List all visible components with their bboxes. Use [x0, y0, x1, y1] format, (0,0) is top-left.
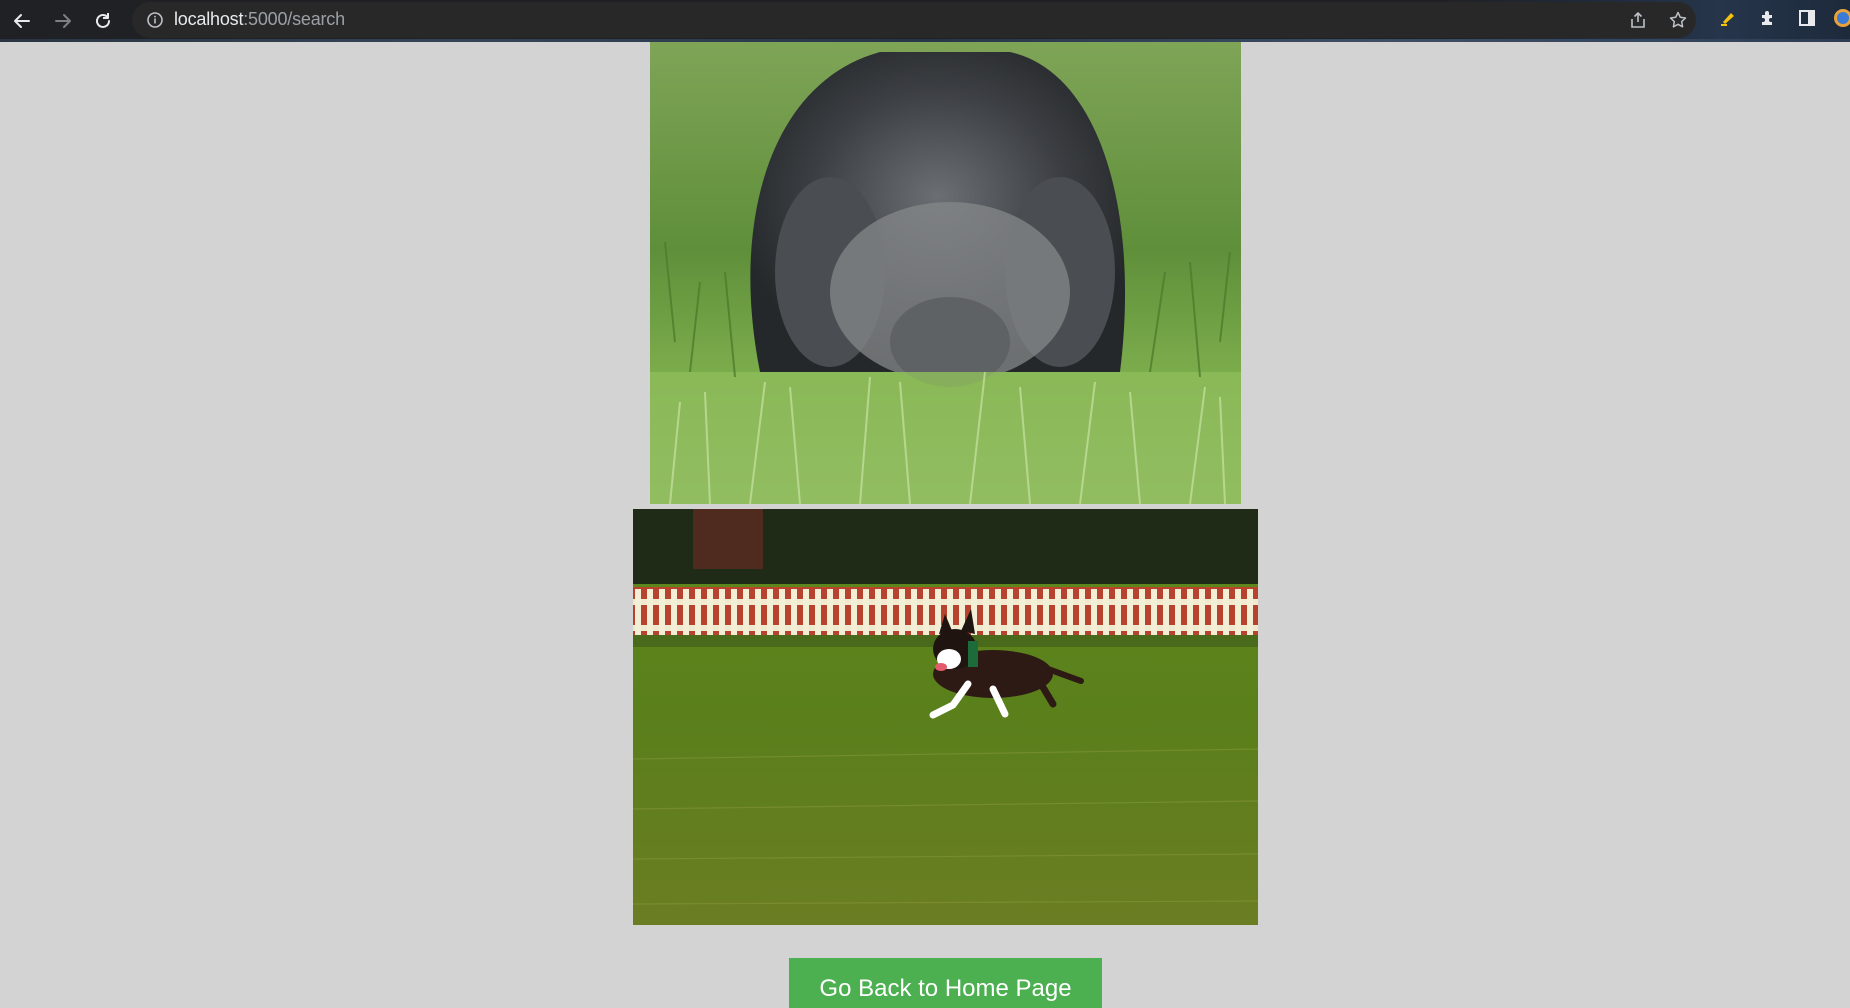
fence-picket — [755, 589, 761, 635]
fence-picket — [1031, 589, 1037, 635]
fence-picket — [731, 589, 737, 635]
fence-picket — [1115, 589, 1121, 635]
reload-icon[interactable] — [90, 8, 116, 34]
extensions-puzzle-icon[interactable] — [1755, 5, 1781, 31]
fence-picket — [647, 589, 653, 635]
fence-picket — [719, 589, 725, 635]
fence-picket — [659, 589, 665, 635]
share-icon[interactable] — [1626, 8, 1650, 32]
fence-picket — [767, 589, 773, 635]
forward-arrow-icon[interactable] — [50, 8, 76, 34]
fence-picket — [1067, 589, 1073, 635]
fence-picket — [1199, 589, 1205, 635]
fence-picket — [851, 589, 857, 635]
back-arrow-icon[interactable] — [9, 8, 35, 34]
fence-picket — [1247, 589, 1253, 635]
address-bar[interactable]: localhost:5000/search — [132, 2, 1696, 38]
url-text: localhost:5000/search — [174, 9, 345, 30]
fence-picket — [779, 589, 785, 635]
fence-picket — [1103, 589, 1109, 635]
url-path: :5000/search — [243, 9, 345, 29]
browser-toolbar: localhost:5000/search — [0, 0, 1850, 42]
fence-picket — [1175, 589, 1181, 635]
fence-picket — [635, 589, 641, 635]
fence-picket — [863, 589, 869, 635]
fence-picket — [671, 589, 677, 635]
fence-picket — [743, 589, 749, 635]
fence-picket — [827, 589, 833, 635]
fence-picket — [887, 589, 893, 635]
fence-picket — [935, 589, 941, 635]
fence-picket — [911, 589, 917, 635]
highlighter-extension-icon[interactable] — [1715, 5, 1741, 31]
bookmark-star-icon[interactable] — [1666, 8, 1690, 32]
fence-picket — [1223, 589, 1229, 635]
fence-picket — [875, 589, 881, 635]
fence-picket — [1079, 589, 1085, 635]
fence-picket — [1043, 589, 1049, 635]
fence-picket — [815, 589, 821, 635]
url-host: localhost — [174, 9, 244, 29]
go-back-home-button[interactable]: Go Back to Home Page — [789, 958, 1102, 1008]
fence-picket — [683, 589, 689, 635]
fence-picket — [791, 589, 797, 635]
boston-terrier-running-photo — [633, 509, 1258, 925]
fence-picket — [983, 589, 989, 635]
fence-picket — [923, 589, 929, 635]
site-info-icon[interactable] — [146, 11, 164, 29]
fence-picket — [707, 589, 713, 635]
fence-picket — [1163, 589, 1169, 635]
profile-avatar-icon[interactable] — [1830, 5, 1850, 31]
dog-in-grass-photo — [650, 42, 1241, 504]
fence-picket — [839, 589, 845, 635]
fence-picket — [1139, 589, 1145, 635]
fence-picket — [899, 589, 905, 635]
fence-picket — [1019, 589, 1025, 635]
fence-picket — [1235, 589, 1241, 635]
fence-picket — [995, 589, 1001, 635]
fence-picket — [1007, 589, 1013, 635]
fence-picket — [1055, 589, 1061, 635]
fence-picket — [1091, 589, 1097, 635]
side-panel-icon[interactable] — [1794, 5, 1820, 31]
fence-picket — [1187, 589, 1193, 635]
fence-picket — [695, 589, 701, 635]
fence-picket — [1151, 589, 1157, 635]
fence-picket — [1211, 589, 1217, 635]
fence-picket — [803, 589, 809, 635]
fence-picket — [1127, 589, 1133, 635]
